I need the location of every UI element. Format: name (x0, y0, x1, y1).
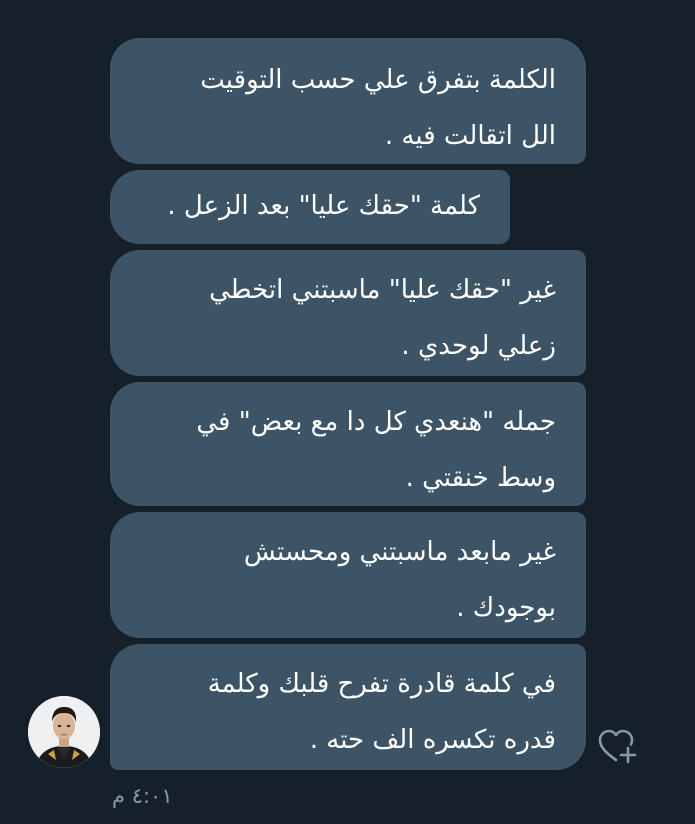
message-bubble[interactable]: جمله "هنعدي كل دا مع بعض" في وسط خنقتي . (110, 382, 586, 506)
message-bubble[interactable]: غير مابعد ماسبتني ومحستش بوجودك . (110, 512, 586, 638)
message-bubble[interactable]: كلمة "حقك عليا" بعد الزعل . (110, 170, 510, 244)
react-button[interactable] (596, 726, 640, 766)
message-bubble[interactable]: الكلمة بتفرق علي حسب التوقيت الل اتقالت … (110, 38, 586, 164)
heart-plus-icon (598, 729, 637, 764)
message-thread: الكلمة بتفرق علي حسب التوقيت الل اتقالت … (0, 0, 695, 824)
user-avatar-photo (28, 696, 100, 768)
message-bubble[interactable]: غير "حقك عليا" ماسبتني اتخطي زعلي لوحدي … (110, 250, 586, 376)
avatar[interactable] (28, 696, 100, 768)
message-timestamp: ٤:٠١ م (112, 784, 173, 808)
message-bubble[interactable]: في كلمة قادرة تفرح قلبك وكلمة قدره تكسره… (110, 644, 586, 770)
